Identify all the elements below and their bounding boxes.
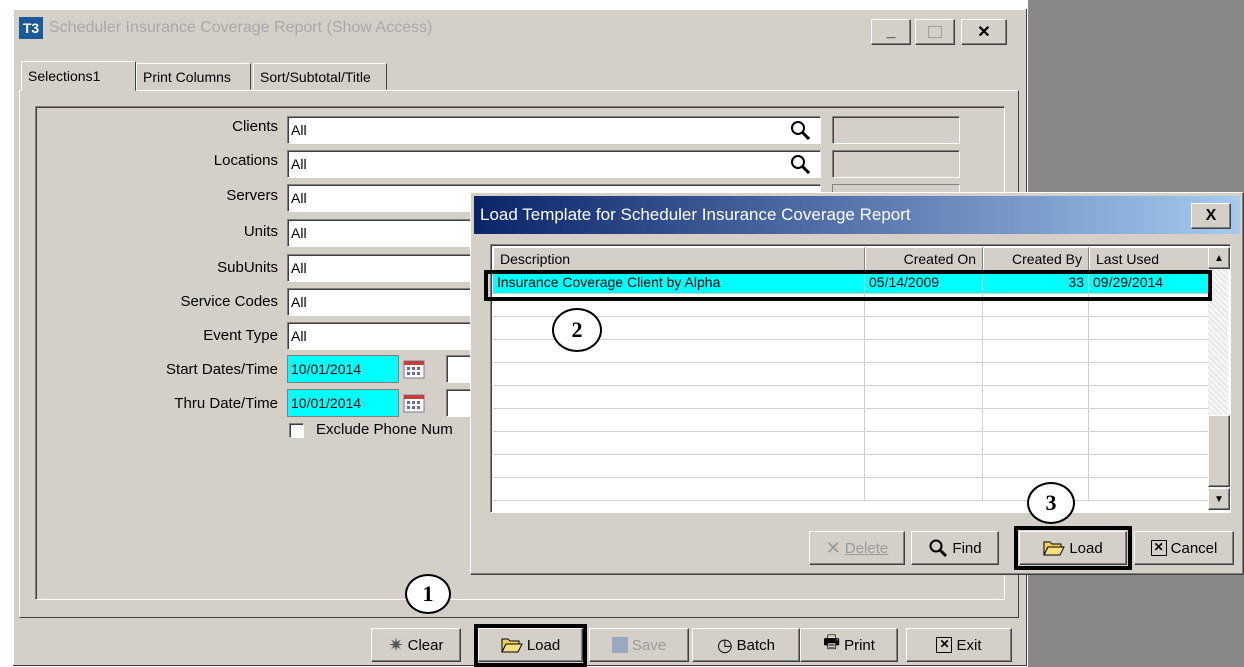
scroll-down-arrow-icon[interactable]: ▼ — [1208, 488, 1230, 510]
maximize-icon — [928, 26, 942, 38]
subunits-label: SubUnits — [217, 259, 278, 276]
thru-date-label: Thru Date/Time — [174, 395, 278, 412]
disk-icon — [611, 637, 628, 653]
clients-code-box — [832, 116, 960, 144]
highlight-load-button — [474, 624, 587, 667]
clear-button[interactable]: ✷ Clear — [371, 628, 461, 662]
main-window-title: Scheduler Insurance Coverage Report (Sho… — [49, 19, 433, 36]
magnifier-icon — [929, 539, 948, 558]
close-icon: X — [1205, 207, 1217, 224]
close-box-icon: ✕ — [1150, 540, 1167, 556]
service-codes-label: Service Codes — [180, 293, 278, 310]
save-button[interactable]: Save — [589, 628, 689, 662]
tab-print-columns[interactable]: Print Columns — [136, 63, 251, 90]
delete-button[interactable]: ✕ Delete — [809, 531, 905, 565]
locations-code-box — [832, 150, 960, 178]
start-date-label: Start Dates/Time — [166, 361, 278, 378]
locations-label: Locations — [213, 152, 278, 169]
start-date-field[interactable]: 10/01/2014 — [287, 355, 399, 383]
dialog-title: Load Template for Scheduler Insurance Co… — [480, 205, 911, 224]
close-button[interactable]: ✕ — [961, 19, 1007, 45]
empty-row — [493, 478, 1209, 501]
exclude-phone-checkbox[interactable] — [289, 423, 304, 438]
empty-row — [493, 340, 1209, 363]
tab-selections[interactable]: Selections1 — [21, 61, 136, 91]
units-field[interactable]: All — [287, 219, 477, 247]
thru-calendar-icon[interactable] — [402, 392, 428, 414]
callout-2: 2 — [552, 308, 602, 352]
column-header-created-by[interactable]: Created By — [983, 247, 1089, 271]
minimize-button[interactable]: _ — [871, 19, 911, 45]
delete-x-icon: ✕ — [825, 537, 841, 558]
start-calendar-icon[interactable] — [402, 358, 428, 380]
printer-icon: 🖶 — [823, 632, 841, 652]
locations-search-icon[interactable] — [783, 152, 817, 176]
highlight-dialog-load-button — [1014, 526, 1132, 570]
empty-row — [493, 409, 1209, 432]
clients-label: Clients — [232, 118, 278, 135]
batch-button[interactable]: ◷ Batch — [692, 628, 800, 662]
exclude-phone-label: Exclude Phone Num — [316, 421, 453, 438]
column-header-description[interactable]: Description — [493, 247, 865, 271]
locations-field[interactable]: All — [287, 150, 821, 178]
maximize-button[interactable] — [915, 19, 955, 45]
exit-button[interactable]: ✕ Exit — [906, 628, 1012, 662]
find-button[interactable]: Find — [911, 531, 999, 565]
cancel-button[interactable]: ✕ Cancel — [1134, 531, 1234, 565]
scroll-thumb[interactable] — [1208, 415, 1230, 487]
event-type-field[interactable]: All — [287, 322, 477, 350]
column-header-last-used[interactable]: Last Used — [1089, 247, 1209, 271]
dialog-title-bar: Load Template for Scheduler Insurance Co… — [474, 196, 1240, 234]
minimize-icon: _ — [886, 23, 896, 40]
column-header-created-on[interactable]: Created On — [865, 247, 983, 271]
clock-icon: ◷ — [716, 634, 733, 655]
empty-row — [493, 432, 1209, 455]
service-codes-field[interactable]: All — [287, 288, 477, 316]
callout-1: 1 — [405, 574, 451, 614]
close-box-icon: ✕ — [936, 637, 953, 653]
load-template-dialog: Load Template for Scheduler Insurance Co… — [470, 192, 1244, 575]
tab-sort-subtotal-title[interactable]: Sort/Subtotal/Title — [253, 63, 387, 90]
close-icon: ✕ — [977, 24, 991, 41]
grid-header: Description Created On Created By Last U… — [493, 247, 1209, 271]
grid-body: Insurance Coverage Client by Alpha 05/14… — [493, 271, 1209, 501]
empty-row — [493, 363, 1209, 386]
empty-row — [493, 455, 1209, 478]
clients-field[interactable]: All — [287, 116, 821, 144]
servers-label: Servers — [226, 187, 278, 204]
clear-icon: ✷ — [388, 634, 404, 655]
units-label: Units — [243, 223, 278, 240]
dialog-close-button[interactable]: X — [1191, 203, 1231, 229]
scroll-up-arrow-icon[interactable]: ▲ — [1208, 247, 1230, 269]
app-icon: T3 — [19, 17, 43, 39]
highlight-template-row — [484, 270, 1212, 301]
event-type-label: Event Type — [203, 327, 278, 344]
callout-3: 3 — [1027, 482, 1075, 524]
clients-search-icon[interactable] — [783, 118, 817, 142]
empty-row — [493, 386, 1209, 409]
print-button[interactable]: 🖶 Print — [800, 628, 898, 662]
thru-date-field[interactable]: 10/01/2014 — [287, 389, 399, 417]
subunits-field[interactable]: All — [287, 254, 477, 282]
